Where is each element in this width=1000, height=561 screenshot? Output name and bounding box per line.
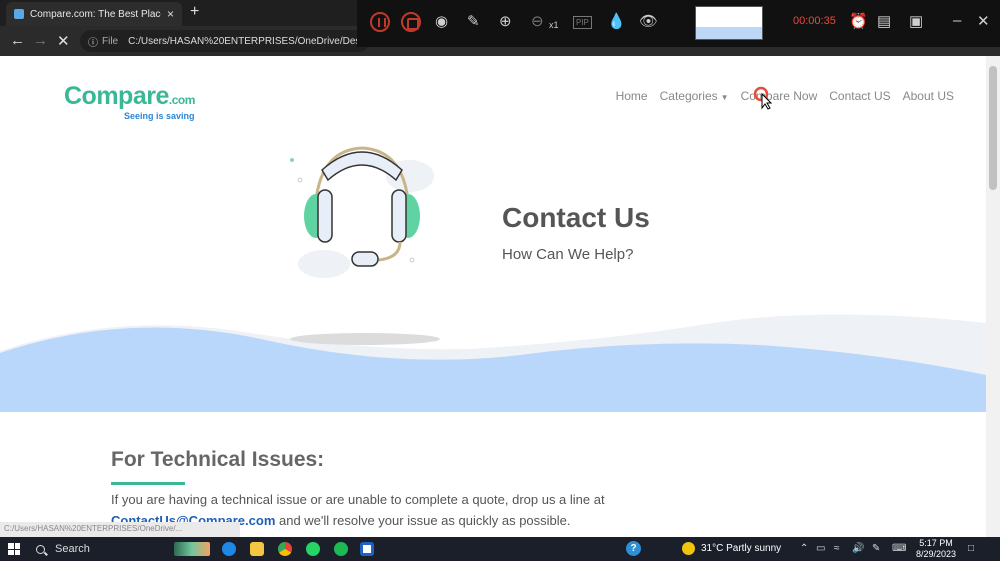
- chevron-up-icon[interactable]: ⌃: [800, 543, 808, 554]
- nav-home[interactable]: Home: [616, 89, 648, 103]
- screenshot-icon[interactable]: ◉: [435, 12, 448, 30]
- nav-categories-label: Categories: [659, 89, 718, 103]
- page-scrollbar[interactable]: [986, 56, 1000, 537]
- url-text: C:/Users/HASAN%20ENTERPRISES/OneDrive/De…: [128, 35, 366, 47]
- forward-arrow-icon[interactable]: →: [33, 32, 48, 49]
- clock-time: 5:17 PM: [919, 538, 953, 548]
- info-icon: ⓘ: [88, 37, 98, 49]
- recorder-app-icon[interactable]: [360, 542, 374, 556]
- stop-record-icon[interactable]: [401, 12, 421, 32]
- help-icon[interactable]: ?: [626, 541, 641, 556]
- pause-record-icon[interactable]: [370, 12, 390, 32]
- search-icon: [36, 544, 45, 554]
- close-icon[interactable]: ✕: [977, 12, 990, 30]
- caret-down-icon: ▼: [720, 93, 729, 102]
- technical-issues-text-rest: and we'll resolve your issue as quickly …: [275, 513, 571, 528]
- scrollbar-thumb[interactable]: [989, 66, 997, 190]
- zoom-out-icon[interactable]: ⊖: [531, 12, 544, 30]
- new-tab-button[interactable]: +: [190, 3, 199, 21]
- logo-suffix: .com: [168, 93, 196, 107]
- link-status-url: C:/Users/HASAN%20ENTERPRISES/OneDrive/..…: [0, 522, 240, 537]
- edge-icon[interactable]: [222, 542, 236, 556]
- site-nav: Home Categories ▼ Compare Now Contact US …: [616, 89, 954, 103]
- taskbar-widget-icon[interactable]: [174, 542, 210, 556]
- search-label: Search: [55, 543, 90, 555]
- screen-recorder-toolbar: ◉ ✎ ⊕ ⊖ x1 PIP 💧 👁 00:00:35 ⏰ ▤ ▣ – ✕: [357, 0, 1000, 47]
- wifi-icon[interactable]: ≈: [834, 543, 840, 554]
- taskbar-search[interactable]: Search: [30, 540, 170, 558]
- site-logo[interactable]: Compare.com Seeing is saving: [64, 82, 196, 121]
- web-page: Compare.com Seeing is saving Home Catego…: [0, 56, 986, 537]
- file-explorer-icon[interactable]: [250, 542, 264, 556]
- weather-widget[interactable]: 31°C Partly sunny: [682, 542, 781, 555]
- spotify-icon[interactable]: [334, 542, 348, 556]
- nav-compare-now[interactable]: Compare Now: [741, 89, 818, 103]
- nav-categories[interactable]: Categories ▼: [660, 89, 729, 103]
- browser-tab[interactable]: Compare.com: The Best Place to ×: [6, 2, 182, 26]
- heading-underline: [111, 482, 185, 485]
- clock-date: 8/29/2023: [916, 549, 957, 559]
- technical-issues-text: If you are having a technical issue or a…: [111, 492, 605, 507]
- recording-preview-thumbnail[interactable]: [695, 6, 763, 40]
- taskbar-clock[interactable]: 5:17 PM 8/29/2023: [916, 538, 956, 560]
- recording-timer: 00:00:35: [793, 15, 836, 27]
- site-favicon-icon: [14, 9, 24, 19]
- close-tab-icon[interactable]: ×: [167, 7, 174, 21]
- alarm-icon[interactable]: ⏰: [849, 12, 868, 30]
- weather-text: 31°C Partly sunny: [701, 543, 782, 554]
- tab-title: Compare.com: The Best Place to: [30, 8, 161, 20]
- pip-button[interactable]: PIP: [573, 16, 592, 29]
- whatsapp-icon[interactable]: [306, 542, 320, 556]
- nav-about-us[interactable]: About US: [903, 89, 954, 103]
- stop-loading-icon[interactable]: ✕: [57, 32, 70, 50]
- nav-contact-us[interactable]: Contact US: [829, 89, 890, 103]
- partly-sunny-icon: [682, 542, 695, 555]
- drop-icon[interactable]: 💧: [607, 12, 626, 30]
- windows-start-icon[interactable]: [8, 543, 20, 555]
- page-subtitle: How Can We Help?: [502, 246, 634, 263]
- zoom-in-icon[interactable]: ⊕: [499, 12, 512, 30]
- url-bar[interactable]: ⓘ File C:/Users/HASAN%20ENTERPRISES/OneD…: [80, 30, 370, 52]
- technical-issues-heading: For Technical Issues:: [111, 448, 325, 471]
- page-title: Contact Us: [502, 202, 650, 233]
- camera-icon[interactable]: ▤: [877, 12, 891, 30]
- file-scheme-label: File: [102, 35, 119, 47]
- pen-icon[interactable]: ✎: [467, 12, 480, 30]
- pen-tray-icon[interactable]: ✎: [872, 543, 880, 554]
- notifications-icon[interactable]: □: [968, 543, 974, 554]
- minimize-icon[interactable]: –: [953, 12, 961, 29]
- volume-icon[interactable]: 🔊: [852, 543, 864, 554]
- logo-text: Compare: [64, 82, 169, 110]
- battery-icon[interactable]: ▭: [816, 543, 825, 554]
- keyboard-icon[interactable]: ⌨: [892, 543, 906, 554]
- eye-icon[interactable]: 👁: [639, 12, 658, 30]
- zoom-level: x1: [549, 20, 559, 30]
- logo-tagline: Seeing is saving: [124, 111, 195, 121]
- mouse-cursor-icon: [754, 86, 772, 110]
- back-arrow-icon[interactable]: ←: [10, 32, 25, 49]
- display-icon[interactable]: ▣: [909, 12, 923, 30]
- hero-wave-decoration: [0, 314, 986, 412]
- windows-taskbar: Search ? 31°C Partly sunny ⌃ ▭ ≈ 🔊 ✎ ⌨ 5…: [0, 537, 1000, 561]
- chrome-icon[interactable]: [278, 542, 292, 556]
